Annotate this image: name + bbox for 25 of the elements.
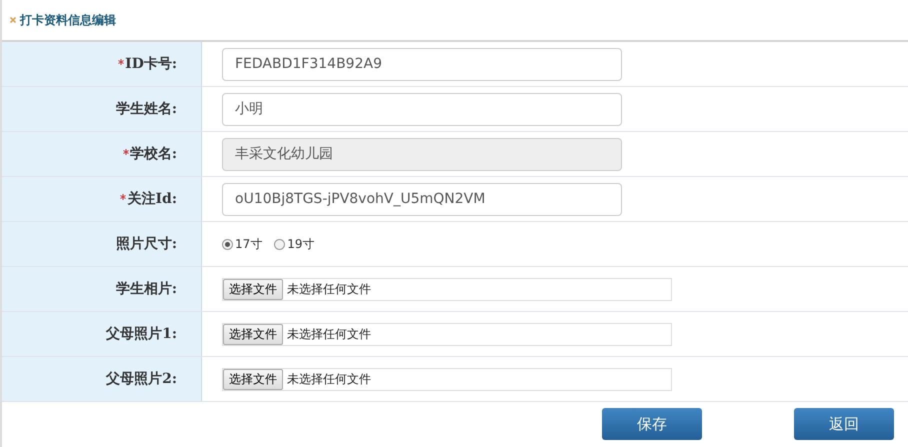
field-label: 父母照片1: bbox=[106, 325, 177, 343]
field-label: 学生相片: bbox=[116, 280, 177, 298]
field-label: 学生姓名: bbox=[116, 100, 177, 118]
input-field[interactable]: 小明 bbox=[222, 92, 622, 126]
radio-label: 19寸 bbox=[287, 236, 315, 252]
back-button[interactable]: 返回 bbox=[794, 408, 894, 440]
choose-file-button[interactable]: 选择文件 bbox=[223, 324, 283, 344]
save-button[interactable]: 保存 bbox=[602, 408, 702, 440]
cross-icon bbox=[10, 17, 16, 23]
input-field[interactable]: oU10Bj8TGS-jPV8vohV_U5mQN2VM bbox=[222, 182, 622, 216]
choose-file-button[interactable]: 选择文件 bbox=[223, 368, 283, 390]
field-label: 关注Id: bbox=[127, 190, 177, 208]
input-field[interactable]: FEDABD1F314B92A9 bbox=[222, 48, 622, 80]
field-label: 学校名: bbox=[130, 145, 177, 163]
radio-label: 17寸 bbox=[235, 236, 262, 252]
radio-button[interactable] bbox=[222, 238, 233, 250]
field-label: ID卡号: bbox=[125, 55, 177, 73]
choose-file-button[interactable]: 选择文件 bbox=[223, 278, 283, 300]
file-status: 未选择任何文件 bbox=[287, 370, 371, 388]
radio-button[interactable] bbox=[274, 238, 286, 250]
file-status: 未选择任何文件 bbox=[287, 280, 371, 298]
file-status: 未选择任何文件 bbox=[287, 326, 371, 342]
field-label: 父母照片2: bbox=[106, 370, 177, 388]
section-title: 打卡资料信息编辑 bbox=[20, 12, 116, 28]
field-label: 照片尺寸: bbox=[116, 235, 177, 253]
